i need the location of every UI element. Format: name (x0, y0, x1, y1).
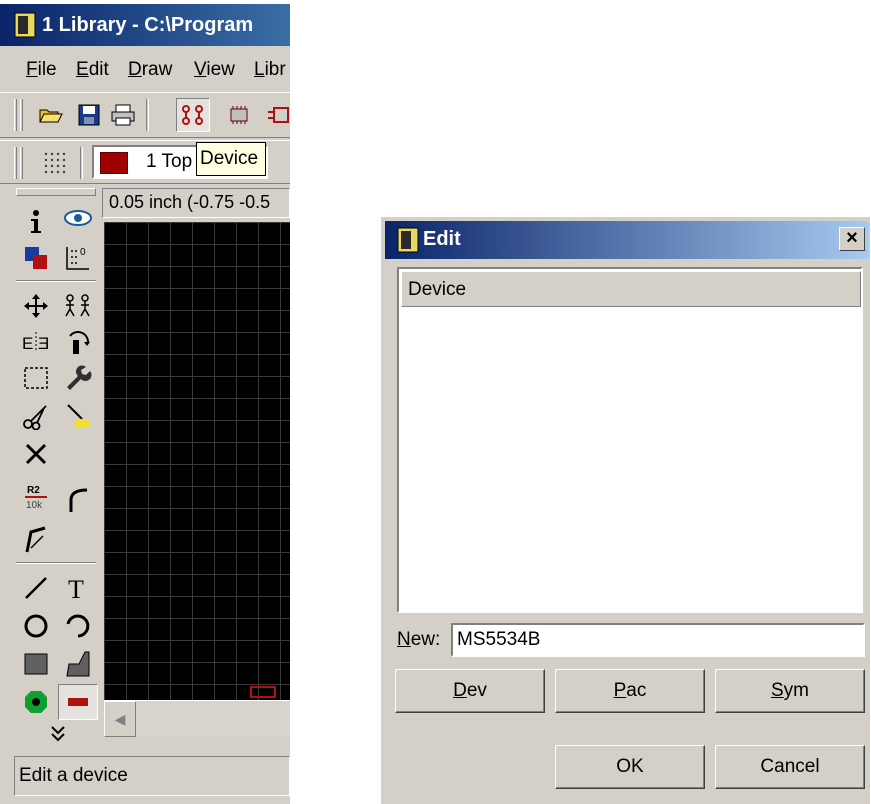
pad-icon[interactable] (16, 684, 56, 720)
sym-button[interactable]: Sym (715, 669, 865, 713)
toolbar-separator (146, 99, 149, 131)
text-icon[interactable]: T (58, 570, 98, 606)
palette-separator (16, 562, 96, 564)
pac-button[interactable]: Pac (555, 669, 705, 713)
display-layers-icon[interactable] (16, 240, 56, 276)
smd-icon[interactable] (58, 684, 98, 720)
rotate-icon[interactable] (58, 324, 98, 360)
eagle-main-window: 1 Library - C:\Program File Edit Draw Vi… (0, 4, 290, 804)
toolbar-grip[interactable] (20, 147, 23, 179)
main-toolbar (0, 92, 290, 138)
app-icon (14, 12, 36, 38)
show-eye-icon[interactable] (58, 200, 98, 236)
svg-text:T: T (68, 575, 84, 602)
package-icon[interactable] (222, 98, 256, 132)
device-icon[interactable] (176, 98, 210, 132)
close-button[interactable]: × (839, 227, 865, 251)
open-folder-icon[interactable] (34, 98, 68, 132)
save-disk-icon[interactable] (72, 98, 106, 132)
new-name-input[interactable] (451, 623, 865, 657)
polygon-icon[interactable] (58, 646, 98, 682)
delete-icon[interactable] (16, 436, 56, 472)
coordinate-display: 0.05 inch (-0.75 -0.5 (102, 188, 290, 218)
main-title: 1 Library - C:\Program (42, 14, 254, 36)
symbol-icon[interactable] (262, 98, 290, 132)
scroll-left-arrow-icon[interactable]: ◀ (104, 701, 136, 737)
arc-icon[interactable] (58, 608, 98, 644)
split-icon[interactable] (16, 522, 56, 558)
canvas-smd-mark (250, 686, 276, 698)
main-title-bar[interactable]: 1 Library - C:\Program (0, 4, 290, 46)
menu-edit[interactable]: Edit (76, 59, 109, 81)
wire-icon[interactable] (16, 570, 56, 606)
group-icon[interactable] (16, 360, 56, 396)
change-wrench-icon[interactable] (58, 360, 98, 396)
device-tooltip: Device (196, 142, 266, 176)
horizontal-scrollbar[interactable]: ◀ (104, 700, 290, 737)
palette-separator (16, 280, 96, 282)
menu-bar: File Edit Draw View Libr (0, 52, 290, 86)
drawing-canvas[interactable] (104, 222, 290, 700)
ok-button[interactable]: OK (555, 745, 705, 789)
circle-icon[interactable] (16, 608, 56, 644)
toolbar-separator (80, 147, 83, 179)
status-bar: Edit a device (14, 756, 290, 796)
cancel-button[interactable]: Cancel (715, 745, 865, 789)
layer-name: 1 Top (146, 151, 193, 172)
palette-grip[interactable] (16, 188, 96, 196)
menu-draw[interactable]: Draw (128, 59, 172, 81)
toolbar-grip[interactable] (14, 99, 17, 131)
mirror-icon[interactable]: EƎ (16, 324, 56, 360)
dialog-title-bar[interactable]: Edit × (385, 221, 869, 259)
menu-view[interactable]: View (194, 59, 235, 81)
copy-icon[interactable] (58, 288, 98, 324)
cut-scissors-icon[interactable] (16, 398, 56, 434)
dialog-title: Edit (423, 228, 461, 250)
print-icon[interactable] (106, 98, 140, 132)
new-label: New: (397, 629, 441, 650)
device-listbox[interactable]: Device (397, 267, 863, 613)
svg-text:E: E (22, 334, 33, 353)
layer-color-swatch (100, 152, 128, 174)
menu-file[interactable]: File (26, 59, 57, 81)
menu-library[interactable]: Libr (254, 59, 286, 81)
move-icon[interactable] (16, 288, 56, 324)
grid-icon[interactable] (38, 146, 72, 180)
svg-text:Ǝ: Ǝ (38, 334, 49, 353)
toolbar-grip[interactable] (20, 99, 23, 131)
app-icon (397, 227, 419, 253)
more-chevron-icon[interactable] (38, 716, 78, 752)
svg-text:10k: 10k (26, 500, 43, 511)
list-header-device[interactable]: Device (401, 271, 861, 307)
toolbar-grip[interactable] (14, 147, 17, 179)
command-toolbar: 0 EƎ R2 10k T (0, 186, 100, 746)
svg-text:R2: R2 (27, 485, 40, 496)
svg-text:0: 0 (80, 247, 86, 258)
rect-icon[interactable] (16, 646, 56, 682)
edit-dialog: Edit × Device New: Dev Pac Sym OK Cancel (380, 216, 870, 804)
name-value-icon[interactable]: R2 10k (16, 480, 56, 516)
mark-icon[interactable]: 0 (58, 240, 98, 276)
paste-icon[interactable] (58, 398, 98, 434)
dev-button[interactable]: Dev (395, 669, 545, 713)
miter-icon[interactable] (58, 482, 98, 518)
info-icon[interactable] (16, 204, 56, 240)
